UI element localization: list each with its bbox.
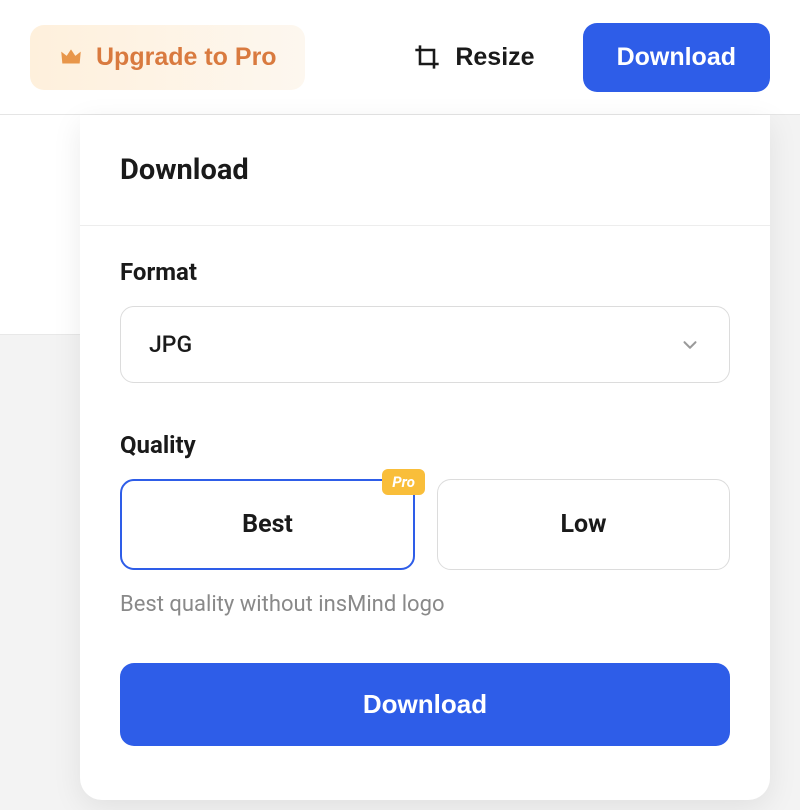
backdrop: Download Format JPG xyxy=(0,115,800,810)
quality-section: Quality Pro Best Low Best quality withou… xyxy=(120,431,730,617)
upgrade-label: Upgrade to Pro xyxy=(96,43,277,72)
format-select[interactable]: JPG xyxy=(120,306,730,383)
crop-icon xyxy=(413,43,441,71)
panel-title: Download xyxy=(120,153,249,187)
crown-icon xyxy=(58,44,84,70)
panel-header: Download xyxy=(80,115,770,226)
quality-options: Pro Best Low xyxy=(120,479,730,570)
quality-option-label: Low xyxy=(561,510,607,539)
quality-option-low[interactable]: Low xyxy=(437,479,730,570)
download-panel: Download Format JPG xyxy=(80,115,770,800)
format-value: JPG xyxy=(149,331,192,358)
download-button-main[interactable]: Download xyxy=(120,663,730,746)
panel-body: Format JPG Quality Pro Best Low xyxy=(80,226,770,778)
quality-option-label: Best xyxy=(242,510,293,539)
resize-button[interactable]: Resize xyxy=(395,31,552,84)
quality-hint: Best quality without insMind logo xyxy=(120,592,730,617)
download-button-toolbar[interactable]: Download xyxy=(583,23,770,92)
toolbar: Upgrade to Pro Resize Download xyxy=(0,0,800,115)
upgrade-to-pro-button[interactable]: Upgrade to Pro xyxy=(30,25,305,90)
format-label: Format xyxy=(120,258,730,286)
chevron-down-icon xyxy=(679,334,701,356)
quality-option-best[interactable]: Pro Best xyxy=(120,479,415,570)
close-button[interactable] xyxy=(722,159,730,182)
pro-badge: Pro xyxy=(382,469,425,495)
quality-label: Quality xyxy=(120,431,730,459)
resize-label: Resize xyxy=(455,43,534,72)
